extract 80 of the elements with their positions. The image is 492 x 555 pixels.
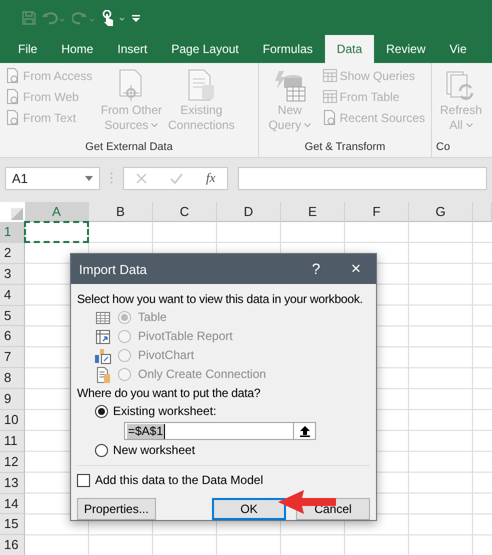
redo-icon[interactable] [72,10,96,24]
formula-input[interactable] [238,166,487,190]
row-header[interactable]: 11 [0,430,25,452]
option-label: PivotChart [138,348,194,363]
column-header[interactable]: B [89,202,153,222]
ribbon-tab[interactable]: Page Layout [159,35,251,63]
row-header[interactable]: 1 [0,222,25,243]
radio-button[interactable] [95,444,108,457]
table-icon [322,68,337,83]
ribbon-tab[interactable]: Data [324,35,374,63]
close-button[interactable]: × [336,254,376,284]
pivot-chart-icon [95,348,111,364]
group-label: Co [436,140,452,155]
ribbon-tab[interactable]: Insert [105,35,160,63]
row-header[interactable]: 14 [0,494,25,514]
row-header[interactable]: 10 [0,410,25,431]
document-icon [6,89,20,104]
help-button[interactable]: ? [296,254,336,284]
row-header[interactable]: 6 [0,326,25,348]
insert-function-button[interactable]: fx [206,170,216,186]
save-icon[interactable] [22,10,36,24]
row-header[interactable]: 5 [0,306,25,326]
group-label: Get & Transform [304,140,386,155]
document-icon [6,68,20,83]
option-label: Only Create Connection [138,367,266,382]
row-header[interactable]: 15 [0,514,25,536]
column-header[interactable]: E [281,202,345,222]
database-icon [272,69,307,103]
row-header[interactable]: 4 [0,284,25,306]
column-header[interactable]: A [25,202,89,222]
collapse-button[interactable] [294,422,316,440]
option-label: New worksheet [113,443,196,458]
row-header[interactable]: 16 [0,535,25,555]
document-icon [95,366,111,382]
checkbox-label: Add this data to the Data Model [95,472,264,488]
option-label: Existing worksheet: [113,404,216,419]
touch-icon[interactable] [102,10,126,26]
checkmark-icon[interactable] [170,172,183,184]
option-label: PivotTable Report [138,329,233,344]
select-all-icon[interactable] [11,208,23,220]
row-header[interactable]: 12 [0,452,25,473]
upload-icon [300,426,310,436]
dialog-title: Import Data [79,262,148,276]
row-header[interactable]: 13 [0,472,25,494]
selected-cell[interactable] [24,221,89,243]
column-header[interactable]: F [345,202,409,222]
column-header[interactable]: D [217,202,281,222]
ribbon-tab[interactable]: Formulas [250,35,325,63]
document-icon [322,110,337,125]
column-header[interactable]: G [409,202,473,222]
prompt-text: Select how you want to view this data in your workbook. [77,291,363,308]
ribbon-tab[interactable]: File [6,35,50,63]
group-label: Get External Data [84,140,174,155]
radio-button[interactable] [95,405,108,418]
option-label: Table [138,310,167,325]
row-header[interactable]: 2 [0,242,25,264]
table-icon [95,310,111,326]
row-header[interactable]: 3 [0,264,25,285]
close-icon[interactable] [136,172,147,184]
ok-button[interactable]: OK [212,498,286,520]
ribbon-tab[interactable]: Home [49,35,106,63]
ribbon-tab[interactable]: Review [374,35,438,63]
row-header[interactable]: 7 [0,347,25,368]
table-icon [322,89,337,104]
column-header[interactable] [473,202,492,222]
customize-icon[interactable] [132,12,140,22]
range-field[interactable]: =$A$1 [124,422,294,440]
pivot-table-icon [95,328,111,344]
undo-icon[interactable] [42,10,66,24]
prompt-text: Where do you want to put the data? [77,385,260,402]
column-header[interactable]: C [153,202,217,222]
grip-icon [110,172,113,184]
ribbon-tab[interactable]: Vie [438,35,479,63]
document-icon [6,110,20,125]
name-box[interactable]: A1 [5,166,100,190]
row-header[interactable]: 8 [0,368,25,390]
row-header[interactable]: 9 [0,389,25,410]
properties-button[interactable]: Properties... [77,498,156,520]
checkbox[interactable] [77,474,90,486]
dropdown-icon [85,176,93,180]
